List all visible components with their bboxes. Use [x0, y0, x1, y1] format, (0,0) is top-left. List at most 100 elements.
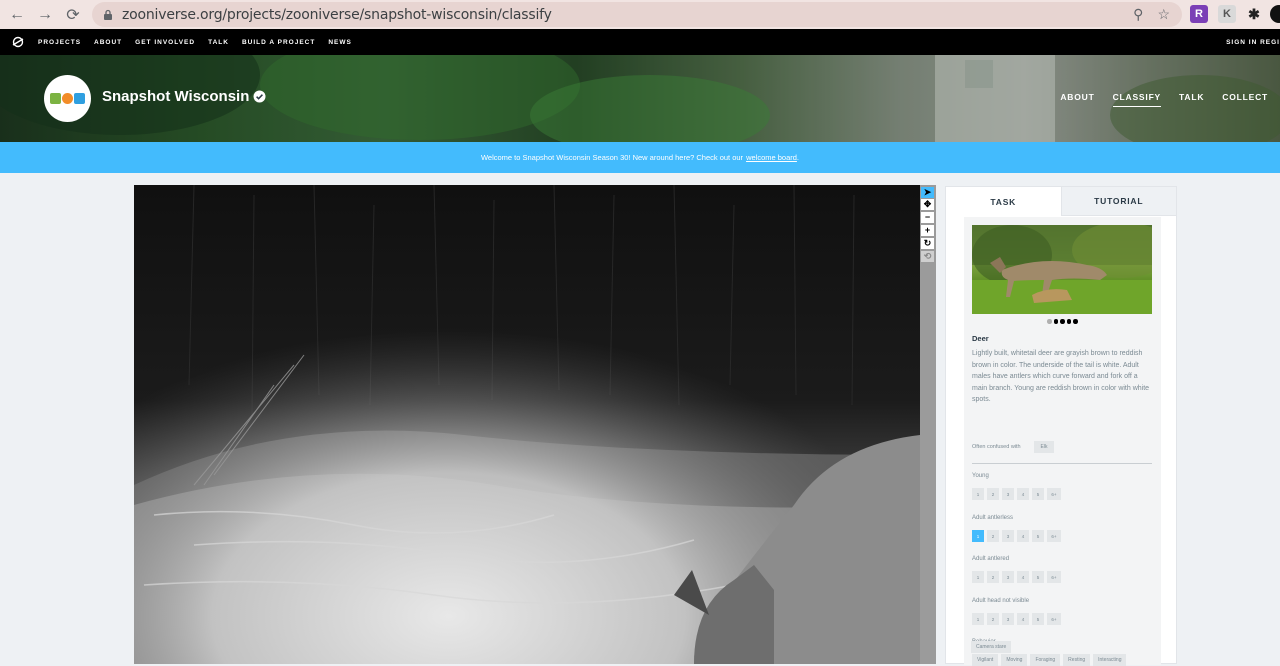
young-count-row: 1 2 3 4 5 6+: [972, 488, 1061, 500]
extension-r-icon[interactable]: R: [1190, 5, 1208, 23]
count-option[interactable]: 6+: [1047, 488, 1061, 500]
zoom-out-icon[interactable]: −: [921, 212, 934, 223]
profile-avatar[interactable]: [1270, 5, 1280, 23]
count-option[interactable]: 3: [1002, 488, 1014, 500]
announcement-text: Welcome to Snapshot Wisconsin Season 30!…: [480, 153, 744, 162]
lock-icon: [104, 9, 112, 20]
carousel-dot[interactable]: [1073, 319, 1078, 324]
project-header: Snapshot Wisconsin ABOUT CLASSIFY TALK C…: [0, 55, 1280, 142]
question-label: Young: [972, 473, 989, 479]
task-tabs: TASK TUTORIAL: [946, 187, 1176, 216]
behavior-option[interactable]: Camera stare: [971, 641, 1012, 653]
carousel-dot[interactable]: [1053, 319, 1058, 324]
carousel-dot[interactable]: [1047, 319, 1052, 324]
species-description: Lightly built, whitetail deer are grayis…: [972, 350, 1150, 404]
species-name: Deer: [972, 334, 989, 343]
forward-arrow-icon[interactable]: →: [34, 4, 56, 26]
question-label: Adult antlerless: [972, 515, 1014, 521]
nav-build-a-project[interactable]: BUILD A PROJECT: [242, 39, 315, 46]
count-option[interactable]: 4: [1017, 530, 1029, 542]
count-option[interactable]: 2: [987, 571, 999, 583]
count-option[interactable]: 1: [972, 613, 984, 625]
avatar-water-square: [74, 93, 85, 104]
extension-k-icon[interactable]: K: [1218, 5, 1236, 23]
back-arrow-icon[interactable]: ←: [6, 4, 28, 26]
adult-antlered-count-row: 1 2 3 4 5 6+: [972, 571, 1061, 583]
count-option[interactable]: 1: [972, 488, 984, 500]
count-option[interactable]: 4: [1017, 571, 1029, 583]
count-option[interactable]: 4: [1017, 488, 1029, 500]
behavior-option[interactable]: Moving: [1001, 654, 1028, 666]
behavior-option[interactable]: Foraging: [1030, 654, 1061, 666]
tab-task[interactable]: TASK: [946, 187, 1061, 216]
count-option[interactable]: 6+: [1047, 613, 1061, 625]
tab-tutorial[interactable]: TUTORIAL: [1060, 187, 1176, 216]
count-option[interactable]: 3: [1002, 571, 1014, 583]
behavior-option[interactable]: Resting: [1063, 654, 1091, 666]
behavior-options-row: Vigilant Moving Foraging Resting Interac…: [972, 654, 1127, 666]
address-bar[interactable]: zooniverse.org/projects/zooniverse/snaps…: [92, 2, 1182, 27]
extensions-puzzle-icon[interactable]: ✱: [1245, 5, 1263, 23]
count-option-selected[interactable]: 1: [972, 530, 984, 542]
reset-icon[interactable]: ⟲: [921, 251, 934, 262]
project-nav: ABOUT CLASSIFY TALK COLLECT: [1060, 92, 1268, 107]
deer-example-photo: [972, 225, 1152, 314]
nav-about[interactable]: ABOUT: [94, 39, 122, 46]
verified-badge-icon: [253, 90, 266, 103]
project-avatar[interactable]: [44, 75, 91, 122]
zooniverse-logo-icon[interactable]: [12, 36, 24, 48]
project-nav-talk[interactable]: TALK: [1179, 92, 1204, 107]
zoom-in-icon[interactable]: +: [921, 225, 934, 236]
count-option[interactable]: 5: [1032, 571, 1044, 583]
sign-in-register-links[interactable]: SIGN IN REGI: [1226, 39, 1280, 46]
welcome-board-link[interactable]: welcome board: [746, 153, 797, 162]
project-nav-about[interactable]: ABOUT: [1060, 92, 1094, 107]
nav-talk[interactable]: TALK: [208, 39, 229, 46]
carousel-dot[interactable]: [1060, 319, 1065, 324]
nav-news[interactable]: NEWS: [328, 39, 352, 46]
nav-get-involved[interactable]: GET INVOLVED: [135, 39, 195, 46]
pan-tool-icon[interactable]: ✥: [921, 199, 934, 210]
adult-antlerless-count-row: 1 2 3 4 5 6+: [972, 530, 1061, 542]
camera-trap-night-photo: [134, 185, 920, 664]
confused-with-label: Often confused with: [972, 444, 1021, 450]
rotate-icon[interactable]: ↻: [921, 238, 934, 249]
project-nav-collect[interactable]: COLLECT: [1222, 92, 1268, 107]
behavior-option[interactable]: Vigilant: [972, 654, 999, 666]
count-option[interactable]: 6+: [1047, 571, 1061, 583]
count-option[interactable]: 2: [987, 613, 999, 625]
confused-with-elk-button[interactable]: Elk: [1034, 441, 1054, 453]
project-nav-classify[interactable]: CLASSIFY: [1112, 92, 1162, 107]
count-option[interactable]: 3: [1002, 530, 1014, 542]
announcement-suffix: .: [796, 153, 800, 162]
count-option[interactable]: 5: [1032, 530, 1044, 542]
count-option[interactable]: 2: [987, 530, 999, 542]
count-option[interactable]: 2: [987, 488, 999, 500]
behavior-option[interactable]: Interacting: [1093, 654, 1127, 666]
photo-carousel-dots: [1047, 319, 1078, 324]
avatar-tree-square: [50, 93, 61, 104]
subject-image[interactable]: [134, 185, 920, 664]
pointer-tool-icon[interactable]: ➤: [921, 187, 934, 198]
species-detail: Deer Lightly built, whitetail deer are g…: [964, 217, 1161, 666]
count-option[interactable]: 5: [1032, 488, 1044, 500]
question-label: Adult antlered: [972, 556, 1010, 562]
count-option[interactable]: 4: [1017, 613, 1029, 625]
browser-toolbar: ← → ⟳ zooniverse.org/projects/zooniverse…: [0, 0, 1280, 29]
section-divider: [972, 463, 1152, 464]
count-option[interactable]: 1: [972, 571, 984, 583]
project-title[interactable]: Snapshot Wisconsin: [102, 88, 249, 105]
nav-projects[interactable]: PROJECTS: [38, 39, 81, 46]
zoom-icon[interactable]: ⚲: [1133, 6, 1143, 23]
count-option[interactable]: 5: [1032, 613, 1044, 625]
announcement-banner: Welcome to Snapshot Wisconsin Season 30!…: [0, 142, 1280, 173]
count-option[interactable]: 3: [1002, 613, 1014, 625]
behavior-options-row-2: Camera stare: [971, 641, 1012, 653]
reload-icon[interactable]: ⟳: [62, 4, 84, 26]
carousel-dot[interactable]: [1066, 319, 1071, 324]
question-label: Adult head not visible: [972, 598, 1030, 604]
count-option[interactable]: 6+: [1047, 530, 1061, 542]
bookmark-star-icon[interactable]: ☆: [1157, 6, 1170, 23]
zooniverse-nav: PROJECTS ABOUT GET INVOLVED TALK BUILD A…: [0, 29, 1280, 55]
adult-head-not-visible-count-row: 1 2 3 4 5 6+: [972, 613, 1061, 625]
